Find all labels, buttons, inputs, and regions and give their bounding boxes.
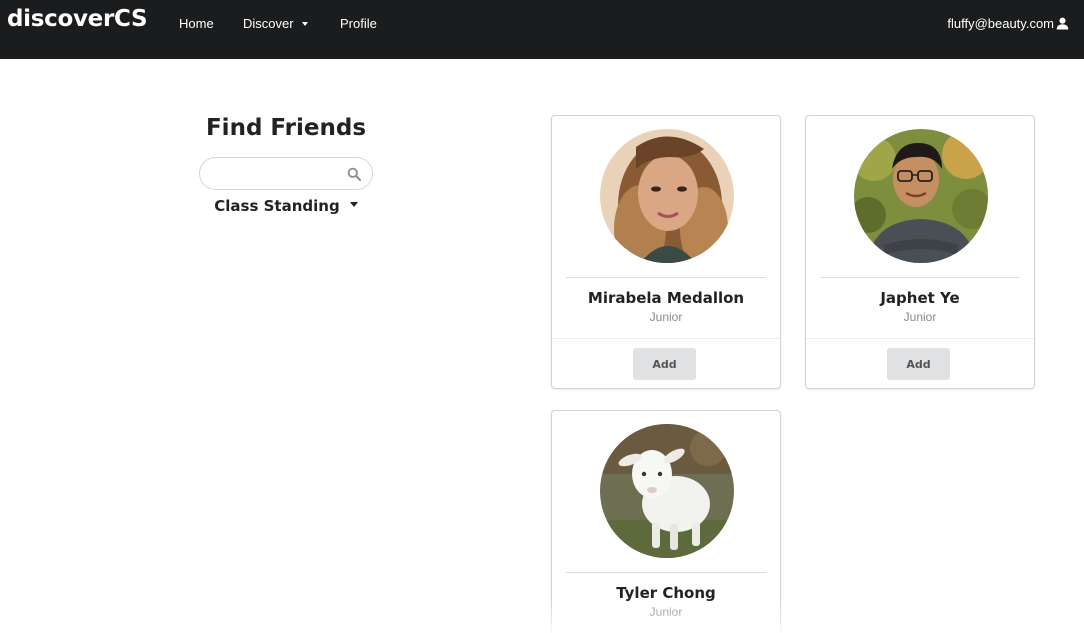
user-email: fluffy@beauty.com (947, 16, 1054, 31)
search-input[interactable] (212, 164, 342, 184)
avatar (600, 424, 734, 558)
avatar-photo-man (854, 129, 988, 263)
card-divider (566, 572, 766, 573)
class-standing-label: Class Standing (214, 197, 340, 215)
caret-down-icon (301, 21, 308, 26)
caret-down-icon (349, 202, 358, 207)
card-divider (820, 277, 1020, 278)
friend-name: Tyler Chong (616, 584, 716, 602)
friend-name: Mirabela Medallon (587, 289, 745, 307)
friend-standing: Junior (903, 310, 937, 324)
card-footer: Add (806, 338, 1034, 388)
avatar-photo-woman (600, 129, 734, 263)
card-divider (566, 277, 766, 278)
nav-profile-link[interactable]: Profile (340, 16, 377, 31)
search-icon[interactable] (347, 167, 361, 181)
page-title: Find Friends (205, 115, 367, 141)
brand-logo[interactable]: discoverCS (7, 6, 148, 32)
add-friend-button[interactable]: Add (887, 348, 950, 380)
friend-standing: Junior (649, 605, 683, 619)
avatar-photo-goat (600, 424, 734, 558)
class-standing-dropdown[interactable]: Class Standing (199, 197, 373, 215)
friend-standing: Junior (649, 310, 683, 324)
avatar (854, 129, 988, 263)
user-icon (1056, 17, 1069, 30)
user-menu[interactable]: fluffy@beauty.com (947, 16, 1069, 31)
nav-discover-label: Discover (243, 16, 294, 31)
friend-card: Mirabela Medallon Junior Add (551, 115, 781, 389)
nav-profile-label: Profile (340, 16, 377, 31)
nav-home-label: Home (179, 16, 214, 31)
card-footer: Add (552, 338, 780, 388)
nav-discover-dropdown[interactable]: Discover (243, 16, 308, 31)
nav-home-link[interactable]: Home (179, 16, 214, 31)
add-friend-button[interactable]: Add (633, 348, 696, 380)
search-box (199, 157, 373, 190)
avatar (600, 129, 734, 263)
friend-name: Japhet Ye (880, 289, 960, 307)
friend-card: Japhet Ye Junior Add (805, 115, 1035, 389)
top-navbar: discoverCS Home Discover Profile fluffy@… (0, 0, 1084, 59)
friend-card: Tyler Chong Junior (551, 410, 781, 633)
